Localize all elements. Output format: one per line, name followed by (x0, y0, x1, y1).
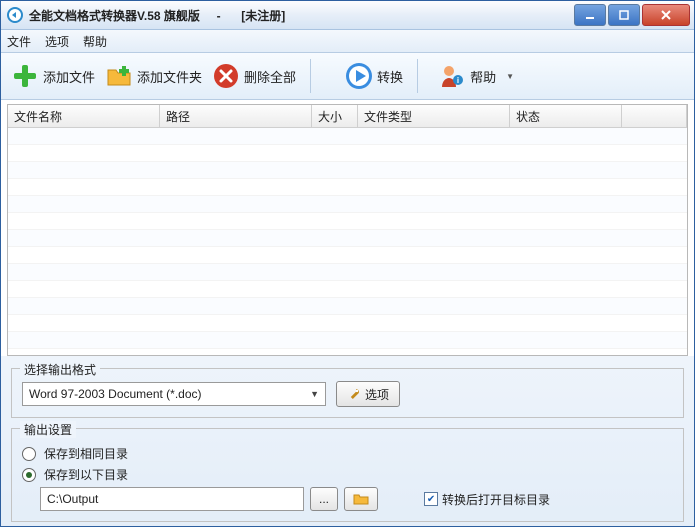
toolbar: 添加文件 添加文件夹 删除全部 转换 i 帮助 ▼ (1, 53, 694, 100)
format-options-label: 选项 (365, 386, 389, 403)
add-folder-label: 添加文件夹 (137, 67, 202, 86)
col-path[interactable]: 路径 (160, 105, 312, 127)
table-row (8, 264, 687, 281)
help-button[interactable]: i 帮助 ▼ (438, 62, 514, 90)
open-folder-button[interactable] (344, 487, 378, 511)
format-options-button[interactable]: 选项 (336, 381, 400, 407)
format-selected: Word 97-2003 Document (*.doc) (29, 387, 202, 401)
folder-plus-icon (105, 62, 133, 90)
plus-icon (11, 62, 39, 90)
radio-below-dir[interactable]: 保存到以下目录 (22, 466, 673, 483)
toolbar-separator (310, 59, 311, 93)
table-row (8, 145, 687, 162)
table-body[interactable] (8, 128, 687, 354)
output-settings-legend: 输出设置 (20, 421, 76, 438)
delete-icon (212, 62, 240, 90)
format-combo[interactable]: Word 97-2003 Document (*.doc) ▼ (22, 382, 326, 406)
maximize-button[interactable] (608, 4, 640, 26)
output-format-legend: 选择输出格式 (20, 361, 100, 378)
convert-button[interactable]: 转换 (345, 62, 403, 90)
col-size[interactable]: 大小 (312, 105, 358, 127)
help-person-icon: i (438, 62, 466, 90)
minimize-button[interactable] (574, 4, 606, 26)
output-settings-group: 输出设置 保存到相同目录 保存到以下目录 C:\Output ... (11, 428, 684, 522)
app-icon (7, 7, 23, 23)
col-spacer (622, 105, 687, 127)
menubar: 文件 选项 帮助 (1, 30, 694, 53)
table-row (8, 179, 687, 196)
chevron-down-icon: ▼ (310, 389, 319, 399)
menu-file[interactable]: 文件 (7, 33, 31, 50)
table-row (8, 281, 687, 298)
window-status: [未注册] (241, 7, 285, 24)
menu-help[interactable]: 帮助 (83, 33, 107, 50)
convert-label: 转换 (377, 67, 403, 86)
help-label: 帮助 (470, 67, 496, 86)
wrench-icon (347, 387, 361, 401)
radio-icon (22, 447, 36, 461)
table-row (8, 196, 687, 213)
checkbox-icon: ✔ (424, 492, 438, 506)
svg-text:i: i (457, 76, 459, 85)
file-table: 文件名称 路径 大小 文件类型 状态 (7, 104, 688, 356)
table-row (8, 298, 687, 315)
radio-same-dir-label: 保存到相同目录 (44, 445, 128, 462)
browse-label: ... (319, 492, 329, 506)
add-file-label: 添加文件 (43, 67, 95, 86)
toolbar-separator-2 (417, 59, 418, 93)
output-path-input[interactable]: C:\Output (40, 487, 304, 511)
folder-icon (353, 493, 369, 505)
browse-button[interactable]: ... (310, 487, 338, 511)
window-title: 全能文档格式转换器V.58 旗舰版 - (29, 7, 237, 24)
lower-panel: 选择输出格式 Word 97-2003 Document (*.doc) ▼ 选… (1, 356, 694, 527)
table-row (8, 230, 687, 247)
remove-all-label: 删除全部 (244, 67, 296, 86)
play-icon (345, 62, 373, 90)
output-format-group: 选择输出格式 Word 97-2003 Document (*.doc) ▼ 选… (11, 368, 684, 418)
col-state[interactable]: 状态 (510, 105, 622, 127)
radio-below-dir-label: 保存到以下目录 (44, 466, 128, 483)
open-after-checkbox[interactable]: ✔ 转换后打开目标目录 (424, 491, 550, 508)
radio-icon-selected (22, 468, 36, 482)
table-header: 文件名称 路径 大小 文件类型 状态 (8, 105, 687, 128)
radio-same-dir[interactable]: 保存到相同目录 (22, 445, 673, 462)
open-after-label: 转换后打开目标目录 (442, 491, 550, 508)
table-row (8, 247, 687, 264)
table-row (8, 213, 687, 230)
table-row (8, 162, 687, 179)
table-row (8, 332, 687, 349)
add-folder-button[interactable]: 添加文件夹 (105, 62, 202, 90)
app-window: 全能文档格式转换器V.58 旗舰版 - [未注册] 文件 选项 帮助 添加文件 … (0, 0, 695, 527)
output-path-value: C:\Output (47, 492, 98, 506)
close-button[interactable] (642, 4, 690, 26)
add-file-button[interactable]: 添加文件 (11, 62, 95, 90)
table-row (8, 349, 687, 354)
menu-options[interactable]: 选项 (45, 33, 69, 50)
titlebar: 全能文档格式转换器V.58 旗舰版 - [未注册] (1, 1, 694, 30)
col-name[interactable]: 文件名称 (8, 105, 160, 127)
col-type[interactable]: 文件类型 (358, 105, 510, 127)
window-controls (574, 4, 690, 26)
table-row (8, 315, 687, 332)
remove-all-button[interactable]: 删除全部 (212, 62, 296, 90)
chevron-down-icon: ▼ (506, 72, 514, 81)
table-row (8, 128, 687, 145)
